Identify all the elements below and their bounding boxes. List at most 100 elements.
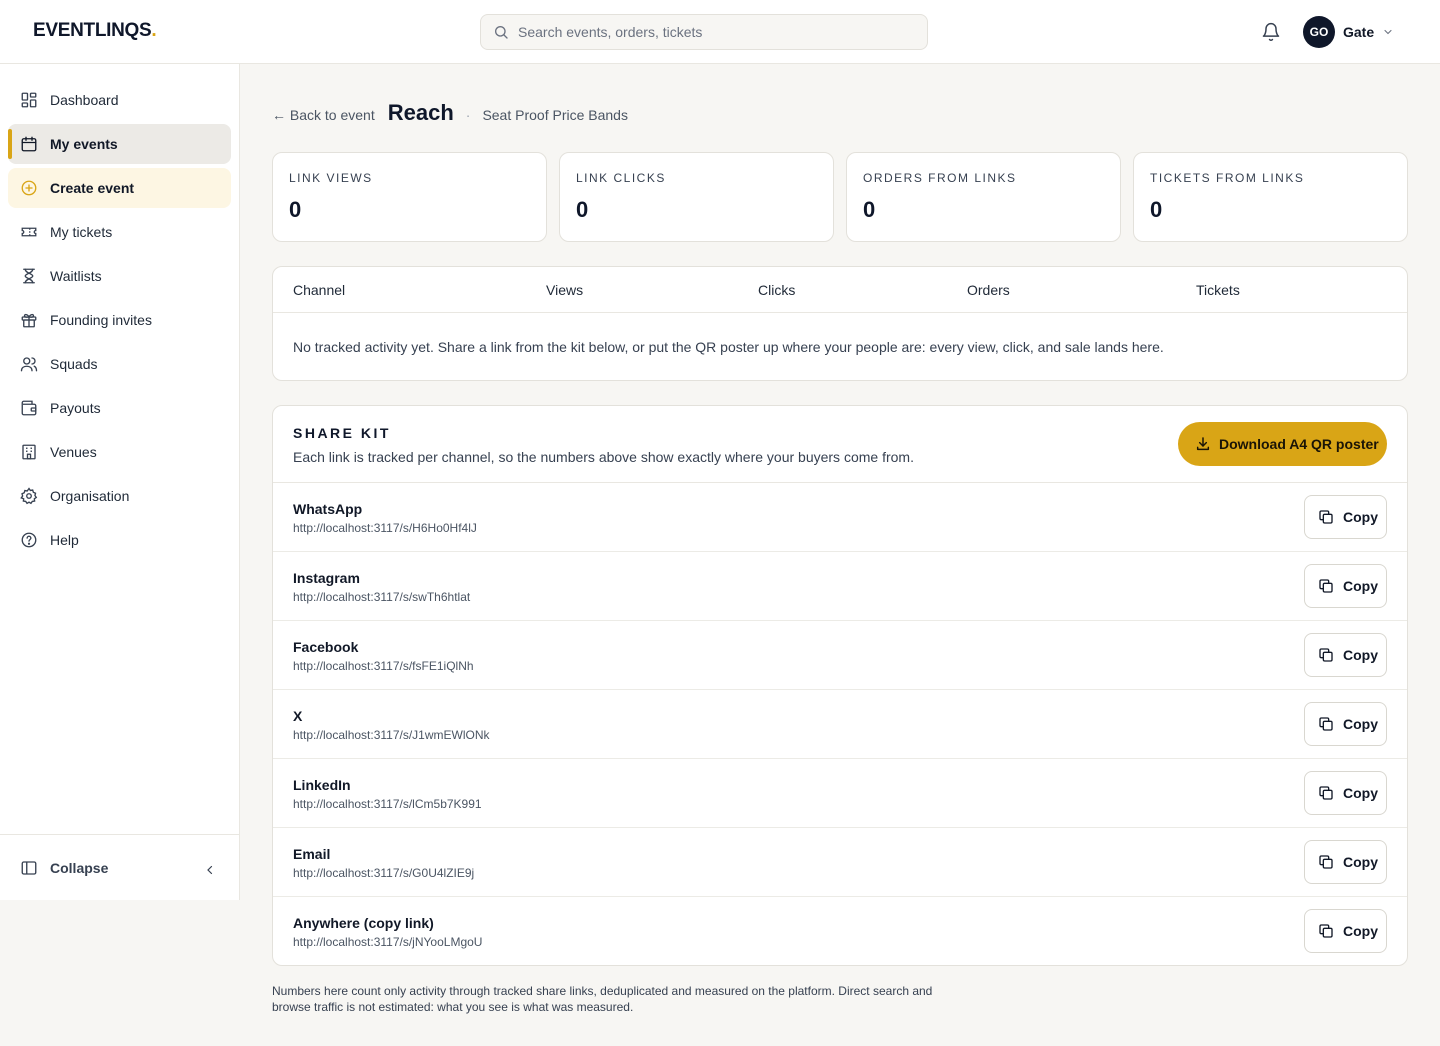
stat-label: ORDERS FROM LINKS <box>863 171 1017 185</box>
copy-link-button[interactable]: Copy <box>1304 771 1387 815</box>
search-bar[interactable] <box>480 14 928 50</box>
sidebar-item-founding-invites[interactable]: Founding invites <box>8 300 231 340</box>
channel-name: Instagram <box>293 570 360 586</box>
stat-value: 0 <box>1150 197 1163 222</box>
channel-name: LinkedIn <box>293 777 351 793</box>
stat-value: 0 <box>863 197 876 222</box>
sidebar-item-label: Squads <box>50 356 98 372</box>
sidebar-item-my-tickets[interactable]: My tickets <box>8 212 231 252</box>
copy-link-button[interactable]: Copy <box>1304 564 1387 608</box>
copy-button-label: Copy <box>1343 716 1378 732</box>
dashboard-icon <box>21 92 37 108</box>
sidebar-item-label: Venues <box>50 444 97 460</box>
sidebar-item-label: My tickets <box>50 224 113 240</box>
users-icon <box>20 357 38 372</box>
copy-icon <box>1319 855 1333 869</box>
sidebar-item-label: Organisation <box>50 488 130 504</box>
share-link-row: Facebook http://localhost:3117/s/fsFE1iQl… <box>273 621 1407 690</box>
share-link-url[interactable]: http://localhost:3117/s/jNYooLMgoU <box>293 935 482 949</box>
chevron-left-icon <box>207 865 213 875</box>
building-icon <box>22 444 36 460</box>
share-link-row: Email http://localhost:3117/s/G0U4lZIE9j C… <box>273 828 1407 897</box>
breadcrumb-separator: · <box>465 107 471 123</box>
avatar: GO <box>1303 16 1335 48</box>
back-to-event-link[interactable]: ← Back to event <box>272 107 375 123</box>
hourglass-icon <box>23 268 35 284</box>
share-link-row: Anywhere (copy link) http://localhost:311… <box>273 897 1407 965</box>
copy-link-button[interactable]: Copy <box>1304 633 1387 677</box>
copy-link-button[interactable]: Copy <box>1304 909 1387 953</box>
copy-link-button[interactable]: Copy <box>1304 495 1387 539</box>
empty-state-message: No tracked activity yet. Share a link fr… <box>293 339 1164 355</box>
sidebar-item-label: Payouts <box>50 400 101 416</box>
column-header-clicks[interactable]: Clicks <box>758 282 795 298</box>
sidebar-item-create-event[interactable]: Create event <box>8 168 231 208</box>
copy-button-label: Copy <box>1343 854 1378 870</box>
column-header-tickets[interactable]: Tickets <box>1196 282 1240 298</box>
copy-link-button[interactable]: Copy <box>1304 702 1387 746</box>
sidebar-toggle-icon <box>21 860 37 875</box>
share-kit-header: SHARE KIT Each link is tracked per chann… <box>273 406 1407 483</box>
chevron-down-icon <box>1384 29 1392 35</box>
logo[interactable]: EVENTLINQS. <box>33 20 157 42</box>
stat-label: LINK VIEWS <box>289 171 373 185</box>
sidebar-item-help[interactable]: Help <box>8 520 231 560</box>
search-input[interactable] <box>518 24 898 40</box>
share-link-url[interactable]: http://localhost:3117/s/H6Ho0Hf4lJ <box>293 521 477 535</box>
user-menu[interactable]: GO Gate <box>1303 16 1394 48</box>
share-link-url[interactable]: http://localhost:3117/s/fsFE1iQlNh <box>293 659 474 673</box>
copy-icon <box>1319 786 1333 800</box>
collapse-label: Collapse <box>50 859 109 876</box>
sidebar-item-label: Dashboard <box>50 92 119 108</box>
stat-label: LINK CLICKS <box>576 171 666 185</box>
sidebar-item-label: Help <box>50 532 79 548</box>
sidebar-item-label: Create event <box>50 180 135 196</box>
user-name: Gate <box>1343 24 1375 40</box>
share-link-url[interactable]: http://localhost:3117/s/swTh6htlat <box>293 590 470 604</box>
sidebar-item-organisation[interactable]: Organisation <box>8 476 231 516</box>
share-link-row: LinkedIn http://localhost:3117/s/lCm5b7K9… <box>273 759 1407 828</box>
share-link-url[interactable]: http://localhost:3117/s/lCm5b7K991 <box>293 797 482 811</box>
copy-button-label: Copy <box>1343 923 1378 939</box>
sidebar-item-label: My events <box>50 136 118 152</box>
stat-card-link-views: LINK VIEWS 0 <box>272 152 547 242</box>
download-icon <box>1196 437 1210 451</box>
copy-button-label: Copy <box>1343 578 1378 594</box>
share-link-url[interactable]: http://localhost:3117/s/J1wmEWlONk <box>293 728 490 742</box>
channel-name: Email <box>293 846 331 862</box>
column-header-channel[interactable]: Channel <box>293 282 345 298</box>
gear-icon <box>20 487 38 505</box>
sidebar-item-venues[interactable]: Venues <box>8 432 231 472</box>
copy-button-label: Copy <box>1343 785 1378 801</box>
column-header-views[interactable]: Views <box>546 282 583 298</box>
copy-icon <box>1319 924 1333 938</box>
stat-card-link-clicks: LINK CLICKS 0 <box>559 152 834 242</box>
bell-icon[interactable] <box>1261 22 1281 42</box>
copy-icon <box>1319 717 1333 731</box>
copy-button-label: Copy <box>1343 509 1378 525</box>
share-link-row: Instagram http://localhost:3117/s/swTh6ht… <box>273 552 1407 621</box>
copy-button-label: Copy <box>1343 647 1378 663</box>
channel-name: Anywhere (copy link) <box>293 915 434 931</box>
sidebar-item-waitlists[interactable]: Waitlists <box>8 256 231 296</box>
sidebar-item-dashboard[interactable]: Dashboard <box>8 80 231 120</box>
share-link-url[interactable]: http://localhost:3117/s/G0U4lZIE9j <box>293 866 474 880</box>
stat-value: 0 <box>289 197 302 222</box>
sidebar-item-payouts[interactable]: Payouts <box>8 388 231 428</box>
column-header-orders[interactable]: Orders <box>967 282 1010 298</box>
copy-icon <box>1319 648 1333 662</box>
sidebar-item-my-events[interactable]: My events <box>8 124 231 164</box>
plus-circle-icon <box>21 180 37 196</box>
share-kit-title: SHARE KIT <box>293 425 391 441</box>
channel-table: Channel Views Clicks Orders Tickets No t… <box>272 266 1408 381</box>
share-kit-description: Each link is tracked per channel, so the… <box>293 449 914 465</box>
download-qr-poster-button[interactable]: Download A4 QR poster <box>1178 422 1387 466</box>
channel-name: Facebook <box>293 639 359 655</box>
logo-text: EVENTLINQS <box>33 20 152 41</box>
collapse-button[interactable]: Collapse <box>0 834 239 900</box>
stat-card-orders-from-links: ORDERS FROM LINKS 0 <box>846 152 1121 242</box>
sidebar-item-squads[interactable]: Squads <box>8 344 231 384</box>
page-title: Reach <box>387 100 454 125</box>
copy-link-button[interactable]: Copy <box>1304 840 1387 884</box>
gift-icon <box>21 313 37 328</box>
